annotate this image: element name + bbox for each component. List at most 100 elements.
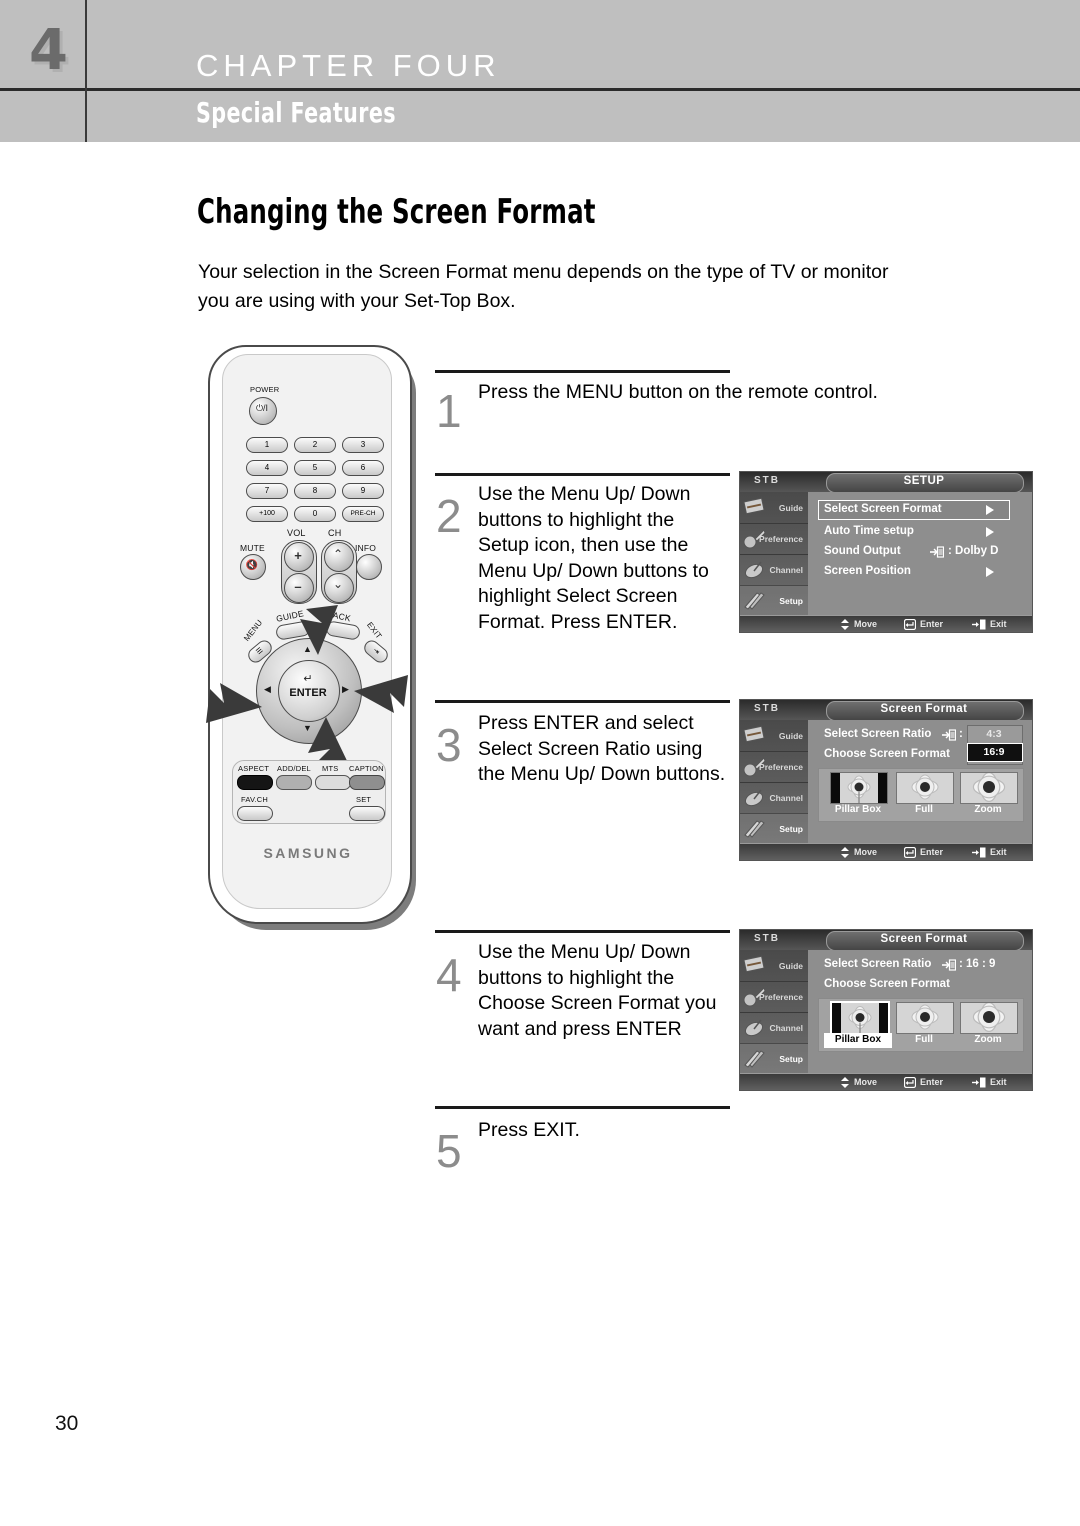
ratio-option-4-3[interactable]: 4:3 [967,728,1021,740]
footer-exit-label: Exit [990,847,1007,857]
step-5-text: Press EXIT. [478,1119,580,1141]
choose-screen-format-label[interactable]: Choose Screen Format [824,748,950,760]
key-pre-ch[interactable]: PRE-CH [342,506,384,522]
chapter-title: CHAPTER FOUR [196,48,501,83]
key-7[interactable]: 7 [246,483,288,499]
enter-key-icon [904,619,916,630]
footer-enter-label: Enter [920,1077,944,1087]
setup-item-screen-position[interactable]: Screen Position [824,565,911,577]
fav-ch-button[interactable] [237,806,273,821]
step-1-text: Press the MENU button on the remote cont… [478,381,878,403]
osd-sidebar: Guide Preference Channel Setup [740,492,808,617]
header-vertical-rule [85,0,87,142]
vol-up-icon: + [294,548,302,563]
tools-icon [744,820,765,838]
footer-enter-label: Enter [920,847,944,857]
info-label: INFO [355,543,377,553]
key-1[interactable]: 1 [246,437,288,453]
tools-icon [744,1050,765,1068]
aspect-button[interactable] [237,775,273,790]
sidebar-label-setup: Setup [779,824,803,834]
key-9[interactable]: 9 [342,483,384,499]
key-2[interactable]: 2 [294,437,336,453]
program-guide-icon [743,725,765,743]
sidebar-item-preference[interactable]: Preference [740,751,808,783]
setup-item-auto-time-setup[interactable]: Auto Time setup [824,525,914,537]
chapter-number: 4 [29,18,68,83]
thumbnail-pillar-box[interactable] [830,1001,890,1036]
auto-time-setup-arrow-icon [986,527,994,537]
step-1-number: 1 [436,385,462,437]
satellite-dish-icon [744,561,764,579]
ratio-colon: : [959,728,963,740]
sidebar-item-preference[interactable]: Preference [740,981,808,1013]
osd-setup-screen: STB SETUP Guide Preference Channel Setup… [739,471,1033,633]
step-4-rule [435,930,730,933]
program-guide-icon [743,955,765,973]
thumbnail-pillar-box[interactable] [830,772,888,804]
add-del-label: ADD/DEL [277,764,311,773]
osd-screen-format-ratio: STB Screen Format Guide Preference Chann… [739,699,1033,861]
satellite-dish-icon [744,1019,764,1037]
thumbnail-label-pillar-box: Pillar Box [834,1034,882,1045]
enter-key-icon [904,847,916,858]
mts-button[interactable] [315,775,351,790]
sidebar-item-guide[interactable]: Guide [740,492,808,524]
step-3-rule [435,700,730,703]
key-5[interactable]: 5 [294,460,336,476]
sidebar-item-channel[interactable]: Channel [740,554,808,586]
sidebar-item-setup[interactable]: Setup [740,585,808,617]
sound-output-icon [930,546,944,558]
sidebar-item-setup[interactable]: Setup [740,813,808,845]
add-del-button[interactable] [276,775,312,790]
key-6[interactable]: 6 [342,460,384,476]
thumbnail-label-full: Full [915,804,933,815]
sidebar-item-setup[interactable]: Setup [740,1043,808,1075]
power-icon: ⏻/I [255,403,269,413]
ratio-source-icon [942,959,956,971]
page-number: 30 [55,1412,79,1435]
caption-button[interactable] [349,775,385,790]
setup-item-sound-output[interactable]: Sound Output [824,545,901,557]
choose-screen-format-label[interactable]: Choose Screen Format [824,978,950,990]
footer-move-label: Move [854,847,878,857]
key-4[interactable]: 4 [246,460,288,476]
set-button[interactable] [349,806,385,821]
thumbnail-full[interactable] [896,1002,954,1034]
osd-format-title: Screen Format [880,933,968,945]
sidebar-item-channel[interactable]: Channel [740,1012,808,1044]
caption-label: CAPTION [349,764,384,773]
sidebar-item-preference[interactable]: Preference [740,523,808,555]
tools-icon [744,592,765,610]
mute-icon: 🔇 [245,560,259,571]
ratio-option-16-9[interactable]: 16:9 [967,746,1021,758]
key-plus-100[interactable]: +100 [246,506,288,522]
step-1-rule [435,370,730,373]
sidebar-label-channel: Channel [769,565,803,575]
samsung-logo: SAMSUNG [263,845,353,861]
thumbnail-zoom[interactable] [960,1002,1018,1034]
callout-arrow-left [206,683,262,723]
up-down-arrows-icon [841,1077,849,1088]
select-screen-ratio-label[interactable]: Select Screen Ratio [824,728,931,740]
setup-item-select-screen-format[interactable]: Select Screen Format [824,503,942,515]
sidebar-label-preference: Preference [759,762,803,772]
sidebar-item-channel[interactable]: Channel [740,782,808,814]
pillar-bar-left [832,1003,841,1034]
key-0[interactable]: 0 [294,506,336,522]
select-screen-ratio-label[interactable]: Select Screen Ratio [824,958,931,970]
vol-label: VOL [287,528,306,538]
info-button[interactable] [356,554,382,580]
key-3[interactable]: 3 [342,437,384,453]
sidebar-item-guide[interactable]: Guide [740,950,808,982]
thumbnail-zoom[interactable] [960,772,1018,804]
callout-arrow-up [300,605,338,655]
flower-image [897,1003,953,1033]
thumbnail-full[interactable] [896,772,954,804]
setup-item-sound-output-value: : Dolby D [948,545,999,557]
callout-arrow-right [354,675,408,713]
sidebar-item-guide[interactable]: Guide [740,720,808,752]
key-8[interactable]: 8 [294,483,336,499]
step-4-text: Use the Menu Up/ Down buttons to highlig… [478,941,717,1040]
osd-stb-label: STB [754,475,780,486]
